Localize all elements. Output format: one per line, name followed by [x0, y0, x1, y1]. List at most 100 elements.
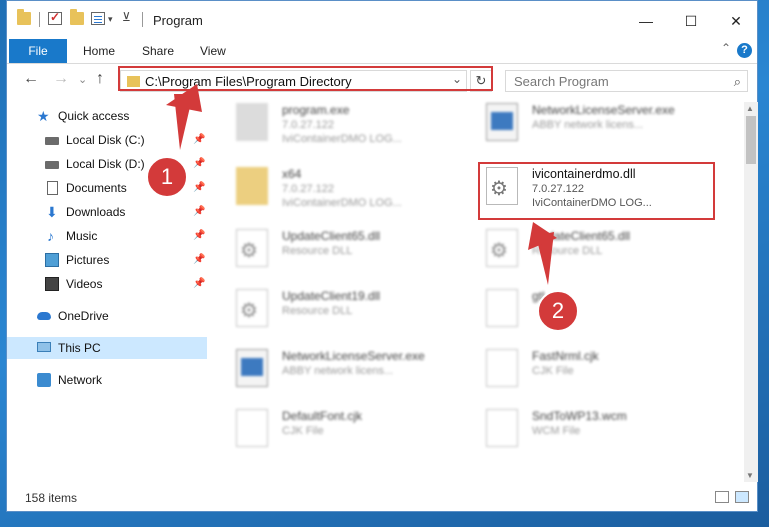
- file-name: FastNrml.cjk: [532, 349, 599, 363]
- help-icon[interactable]: ?: [737, 43, 752, 58]
- details-view-icon[interactable]: [715, 491, 729, 503]
- tab-view[interactable]: View: [200, 39, 226, 63]
- pin-icon[interactable]: 📌: [193, 129, 205, 151]
- file-item[interactable]: FastNrml.cjk CJK File: [462, 343, 702, 397]
- divider: [39, 12, 40, 27]
- step-badge-1: 1: [146, 156, 188, 198]
- file-name: x64: [282, 167, 302, 181]
- file-item[interactable]: UpdateClient65.dll Resource DLL: [462, 223, 702, 277]
- ribbon-tabs: File Home Share View ⌃ ?: [7, 39, 757, 64]
- sidebar-item-pictures[interactable]: Pictures 📌: [7, 249, 207, 271]
- dll-file-icon: [236, 229, 268, 267]
- file-description: CJK File: [282, 425, 324, 437]
- this-pc-icon: [37, 342, 51, 352]
- application-icon: [236, 103, 268, 141]
- file-item[interactable]: UpdateClient19.dll Resource DLL: [212, 283, 452, 337]
- pin-icon[interactable]: 📌: [193, 177, 205, 199]
- file-description: IviContainerDMO LOG...: [282, 197, 402, 209]
- file-name: SndToWP13.wcm: [532, 409, 627, 423]
- tab-file[interactable]: File: [9, 39, 67, 63]
- file-description: IviContainerDMO LOG...: [282, 133, 402, 145]
- view-options-icon[interactable]: [91, 12, 105, 25]
- chevron-down-icon[interactable]: ▾: [108, 14, 113, 25]
- sidebar-item-onedrive[interactable]: OneDrive: [7, 305, 207, 327]
- downloads-icon: ⬇: [46, 204, 58, 220]
- folder-icon: [236, 167, 268, 205]
- dll-file-icon: [236, 289, 268, 327]
- file-description: CJK File: [532, 365, 574, 377]
- back-button[interactable]: ←: [23, 70, 39, 88]
- file-item[interactable]: UpdateClient65.dll Resource DLL: [212, 223, 452, 277]
- network-icon: [37, 373, 51, 387]
- item-count: 158 items: [25, 491, 78, 505]
- maximize-button[interactable]: ☐: [668, 7, 714, 35]
- search-box[interactable]: Search Program ⌕: [505, 70, 748, 92]
- close-button[interactable]: ✕: [713, 7, 759, 35]
- collapse-ribbon-icon[interactable]: ⌃: [721, 41, 731, 55]
- sidebar-item-label: Pictures: [66, 253, 110, 267]
- up-button[interactable]: ↑: [96, 70, 104, 88]
- properties-icon[interactable]: [48, 10, 62, 25]
- sidebar-item-label: Network: [58, 373, 103, 387]
- scroll-down-icon[interactable]: ▼: [746, 471, 754, 480]
- file-item[interactable]: NetworkLicenseServer.exe ABBY network li…: [212, 343, 452, 397]
- file-name: NetworkLicenseServer.exe: [532, 103, 675, 117]
- sidebar-item-quick-access[interactable]: ★ Quick access: [7, 105, 207, 127]
- status-bar: 158 items: [7, 485, 757, 511]
- disk-icon: [45, 161, 59, 169]
- file-name: UpdateClient19.dll: [282, 289, 381, 303]
- application-icon: [486, 103, 518, 141]
- scroll-up-icon[interactable]: ▲: [746, 104, 754, 113]
- sidebar-item-network[interactable]: Network: [7, 369, 207, 391]
- sidebar-item-label: Quick access: [58, 109, 130, 123]
- file-icon: [486, 409, 518, 447]
- sidebar-item-this-pc[interactable]: This PC: [7, 337, 207, 359]
- onedrive-icon: [37, 312, 51, 320]
- dll-file-icon: [486, 229, 518, 267]
- search-input[interactable]: Search Program: [514, 74, 609, 89]
- search-icon[interactable]: ⌕: [734, 74, 741, 90]
- sidebar-item-downloads[interactable]: ⬇ Downloads 📌: [7, 201, 207, 223]
- title-bar: ▾ ⊻ Program — ☐ ✕: [7, 1, 757, 39]
- forward-button[interactable]: →: [53, 70, 69, 88]
- file-list: program.exe 7.0.27.122 IviContainerDMO L…: [212, 97, 742, 472]
- file-item[interactable]: program.exe 7.0.27.122 IviContainerDMO L…: [212, 97, 452, 151]
- file-item[interactable]: NetworkLicenseServer.exe ABBY network li…: [462, 97, 702, 151]
- videos-icon: [45, 277, 59, 291]
- file-item[interactable]: DefaultFont.cjk CJK File: [212, 403, 452, 457]
- file-description: Resource DLL: [282, 305, 353, 317]
- sidebar-item-label: OneDrive: [58, 309, 109, 323]
- disk-icon: [45, 137, 59, 145]
- scrollbar-thumb[interactable]: [746, 116, 756, 164]
- sidebar-item-label: Downloads: [66, 205, 126, 219]
- file-icon: [236, 409, 268, 447]
- pin-icon[interactable]: 📌: [193, 249, 205, 271]
- sidebar-item-videos[interactable]: Videos 📌: [7, 273, 207, 295]
- minimize-button[interactable]: —: [623, 7, 669, 35]
- divider: [142, 12, 143, 27]
- pin-icon[interactable]: 📌: [193, 153, 205, 175]
- recent-locations-button[interactable]: ⌄: [78, 73, 87, 86]
- file-name: NetworkLicenseServer.exe: [282, 349, 425, 363]
- new-folder-icon[interactable]: [70, 9, 84, 25]
- sidebar-item-local-disk-c[interactable]: Local Disk (C:) 📌: [7, 129, 207, 151]
- step-badge-2: 2: [537, 290, 579, 332]
- file-description: WCM File: [532, 425, 581, 437]
- file-description: Resource DLL: [282, 245, 353, 257]
- vertical-scrollbar[interactable]: ▲ ▼: [744, 102, 758, 482]
- file-item[interactable]: SndToWP13.wcm WCM File: [462, 403, 702, 457]
- file-item[interactable]: x64 7.0.27.122 IviContainerDMO LOG...: [212, 161, 452, 215]
- folder-icon[interactable]: [17, 9, 31, 25]
- customize-toolbar-icon[interactable]: ⊻: [122, 10, 131, 24]
- tab-home[interactable]: Home: [83, 39, 115, 63]
- tab-share[interactable]: Share: [142, 39, 174, 63]
- sidebar-item-music[interactable]: ♪ Music 📌: [7, 225, 207, 247]
- file-description: ABBY network licens...: [282, 365, 394, 377]
- sidebar-item-label: Local Disk (C:): [66, 133, 145, 147]
- pin-icon[interactable]: 📌: [193, 201, 205, 223]
- pin-icon[interactable]: 📌: [193, 273, 205, 295]
- pin-icon[interactable]: 📌: [193, 225, 205, 247]
- large-icons-view-icon[interactable]: [735, 491, 749, 503]
- file-item[interactable]: gtl...: [462, 283, 702, 337]
- documents-icon: [47, 181, 58, 195]
